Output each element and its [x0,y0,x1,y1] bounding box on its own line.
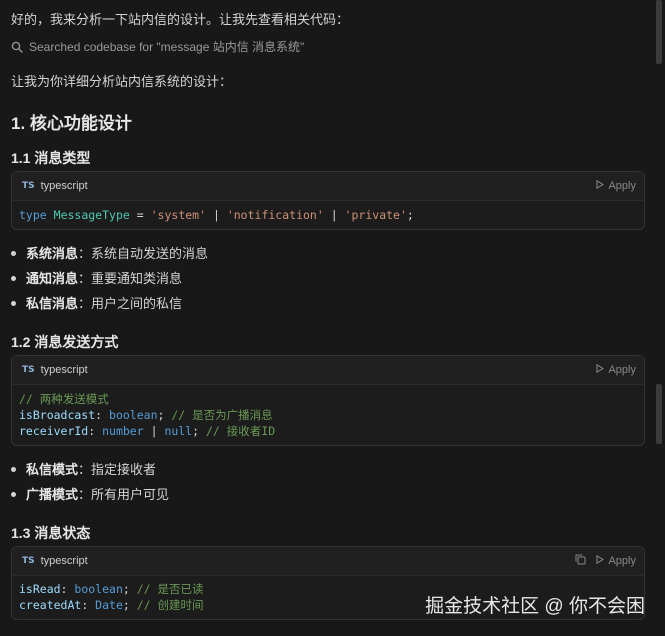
play-icon [596,363,605,376]
code-token: ; [157,408,172,422]
code-token: createdAt [19,598,82,612]
code-token: isRead [19,582,61,596]
code-token: : [60,582,75,596]
typescript-icon: TS [22,365,35,375]
list-item-term: 系统消息 [26,246,79,261]
code-token: boolean [109,408,158,422]
code-token: boolean [74,582,123,596]
code-token: type [19,208,47,222]
code-block-header: TS typescript Apply [12,172,644,201]
bullet-dot [11,492,16,498]
section-heading: 1. 核心功能设计 [11,114,132,133]
list-item: 私信消息：用户之间的私信 [11,293,182,312]
code-token: ; [122,598,137,612]
code-block-header: TS typescript Apply [12,356,644,385]
code-language-label: typescript [40,364,88,376]
code-token: ; [406,208,414,222]
code-comment: // 是否为广播消息 [171,408,273,422]
apply-button[interactable]: Apply [596,554,636,567]
list-item: 系统消息：系统自动发送的消息 [11,243,208,262]
list-item-text: ：用户之间的私信 [78,296,183,311]
lead-text: 让我为你详细分析站内信系统的设计： [11,74,233,89]
watermark: 掘金技术社区 @ 你不会困 [425,596,645,617]
typescript-icon: TS [22,181,35,191]
code-token: | [330,208,338,222]
code-token: : [88,424,103,438]
code-token: 'notification' [226,208,324,222]
code-token: number [102,424,144,438]
code-comment: // 是否已读 [136,582,204,596]
list-item-term: 私信模式 [26,462,79,477]
code-comment: // 接收者ID [206,424,276,438]
list-item-term: 通知消息 [26,271,79,286]
bullet-dot [11,251,16,257]
code-comment: // 创建时间 [136,598,204,612]
code-token: isBroadcast [19,408,96,422]
bullet-dot [11,467,16,473]
list-item: 私信模式：指定接收者 [11,459,156,478]
code-content[interactable]: // 两种发送模式 isBroadcast: boolean; // 是否为广播… [12,385,644,445]
scrollbar-thumb[interactable] [656,384,662,444]
code-block-send-mode: TS typescript Apply // 两种发送模式 isBroadcas… [11,355,645,446]
typescript-icon: TS [22,556,35,566]
code-token: | [212,208,220,222]
list-item-text: ：重要通知类消息 [78,271,183,286]
code-token: | [143,424,165,438]
code-token: : [95,408,110,422]
search-result-line[interactable]: Searched codebase for "message 站内信 消息系统" [11,38,304,55]
subsection-heading-message-types: 1.1 消息类型 [11,150,91,166]
list-item-text: ：所有用户可见 [78,487,170,502]
code-token: ; [122,582,137,596]
code-token: MessageType [53,208,130,222]
code-token: 'system' [150,208,207,222]
code-block-message-type: TS typescript Apply type MessageType = '… [11,171,645,230]
play-icon [596,554,605,567]
code-token: ; [192,424,206,438]
bullet-dot [11,301,16,307]
apply-button[interactable]: Apply [596,363,636,376]
code-token: 'private' [344,208,407,222]
code-token: = [136,208,144,222]
scrollbar-thumb-top[interactable] [656,0,662,64]
code-token: Date [95,598,123,612]
list-item-term: 私信消息 [26,296,79,311]
code-token: : [81,598,96,612]
list-item-text: ：指定接收者 [78,462,157,477]
apply-button[interactable]: Apply [596,179,636,192]
apply-label: Apply [608,364,636,376]
code-block-header: TS typescript Apply [12,547,644,576]
intro-text: 好的，我来分析一下站内信的设计。让我先查看相关代码： [11,12,350,27]
list-item-term: 广播模式 [26,487,79,502]
code-language-label: typescript [40,555,88,567]
code-language-label: typescript [40,180,88,192]
search-result-label: Searched codebase for "message 站内信 消息系统" [29,40,305,54]
code-content[interactable]: type MessageType = 'system' | 'notificat… [12,201,644,229]
code-comment: // 两种发送模式 [19,392,109,406]
list-item: 通知消息：重要通知类消息 [11,268,182,287]
subsection-heading-send-mode: 1.2 消息发送方式 [11,334,119,350]
subsection-heading-message-status: 1.3 消息状态 [11,525,91,541]
code-token: receiverId [19,424,89,438]
list-item-text: ：系统自动发送的消息 [78,246,209,261]
apply-label: Apply [608,180,636,192]
apply-label: Apply [608,555,636,567]
bullet-dot [11,276,16,282]
play-icon [596,179,605,192]
copy-icon[interactable] [575,554,586,568]
code-token: null [164,424,193,438]
list-item: 广播模式：所有用户可见 [11,484,169,503]
search-icon [11,41,23,53]
